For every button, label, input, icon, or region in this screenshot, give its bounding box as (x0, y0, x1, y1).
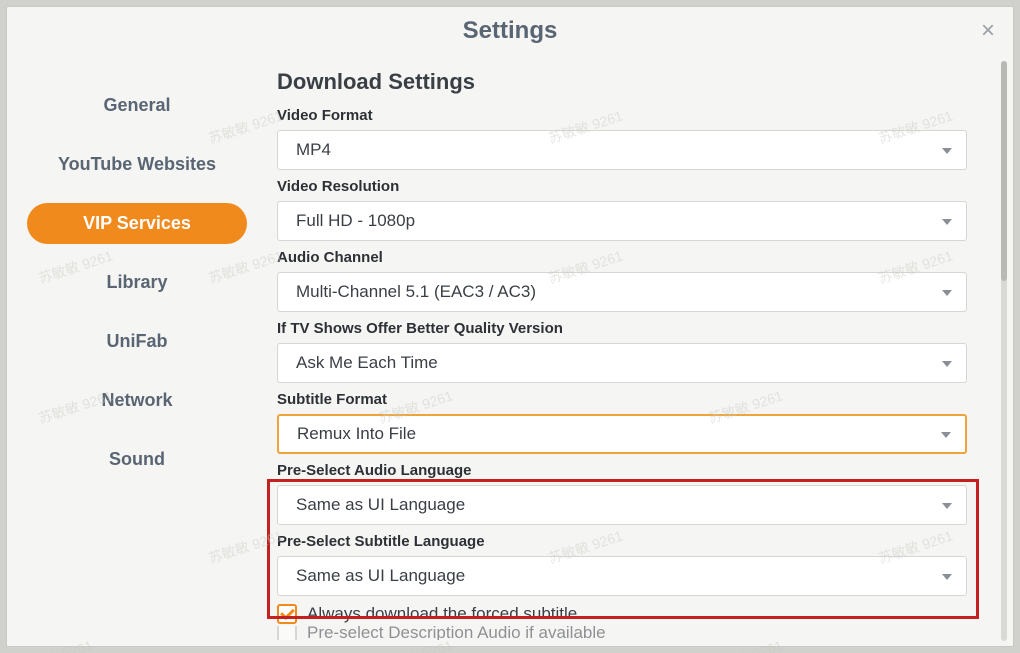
select-value: Remux Into File (297, 424, 416, 444)
sidebar-item-sound[interactable]: Sound (27, 439, 247, 480)
select-video-resolution[interactable]: Full HD - 1080p (277, 201, 967, 241)
sidebar-item-general[interactable]: General (27, 85, 247, 126)
chevron-down-icon (941, 432, 951, 438)
settings-sidebar: General YouTube Websites VIP Services Li… (7, 55, 267, 646)
content-scrollbar[interactable] (1001, 61, 1007, 641)
label-video-format: Video Format (277, 107, 989, 124)
select-subtitle-format[interactable]: Remux Into File (277, 414, 967, 454)
select-value: Same as UI Language (296, 566, 465, 586)
chevron-down-icon (942, 219, 952, 225)
checkbox-desc-audio-label: Pre-select Description Audio if availabl… (307, 626, 606, 640)
settings-content: Download Settings Video Format MP4 Video… (267, 55, 1013, 646)
scroll-thumb[interactable] (1001, 61, 1007, 281)
settings-dialog: Settings × General YouTube Websites VIP … (6, 6, 1014, 647)
label-subtitle-format: Subtitle Format (277, 391, 989, 408)
chevron-down-icon (942, 503, 952, 509)
chevron-down-icon (942, 290, 952, 296)
sidebar-item-vip-services[interactable]: VIP Services (27, 203, 247, 244)
select-audio-channel[interactable]: Multi-Channel 5.1 (EAC3 / AC3) (277, 272, 967, 312)
select-pre-audio-lang[interactable]: Same as UI Language (277, 485, 967, 525)
select-video-format[interactable]: MP4 (277, 130, 967, 170)
sidebar-item-unifab[interactable]: UniFab (27, 321, 247, 362)
label-pre-sub-lang: Pre-Select Subtitle Language (277, 533, 989, 550)
dialog-title: Settings (463, 17, 558, 44)
checkbox-forced-subtitle-label: Always download the forced subtitle (307, 604, 577, 624)
chevron-down-icon (942, 148, 952, 154)
sidebar-item-network[interactable]: Network (27, 380, 247, 421)
chevron-down-icon (942, 574, 952, 580)
select-value: Ask Me Each Time (296, 353, 438, 373)
label-audio-channel: Audio Channel (277, 249, 989, 266)
label-tv-quality: If TV Shows Offer Better Quality Version (277, 320, 989, 337)
dialog-titlebar: Settings × (7, 7, 1013, 55)
select-pre-sub-lang[interactable]: Same as UI Language (277, 556, 967, 596)
chevron-down-icon (942, 361, 952, 367)
sidebar-item-library[interactable]: Library (27, 262, 247, 303)
checkbox-desc-audio[interactable] (277, 626, 297, 640)
select-tv-quality[interactable]: Ask Me Each Time (277, 343, 967, 383)
checkbox-forced-subtitle[interactable] (277, 604, 297, 624)
select-value: Multi-Channel 5.1 (EAC3 / AC3) (296, 282, 536, 302)
close-icon[interactable]: × (981, 17, 995, 45)
section-heading: Download Settings (277, 69, 989, 95)
select-value: Same as UI Language (296, 495, 465, 515)
label-pre-audio-lang: Pre-Select Audio Language (277, 462, 989, 479)
select-value: MP4 (296, 140, 331, 160)
select-value: Full HD - 1080p (296, 211, 415, 231)
label-video-resolution: Video Resolution (277, 178, 989, 195)
sidebar-item-youtube-websites[interactable]: YouTube Websites (27, 144, 247, 185)
